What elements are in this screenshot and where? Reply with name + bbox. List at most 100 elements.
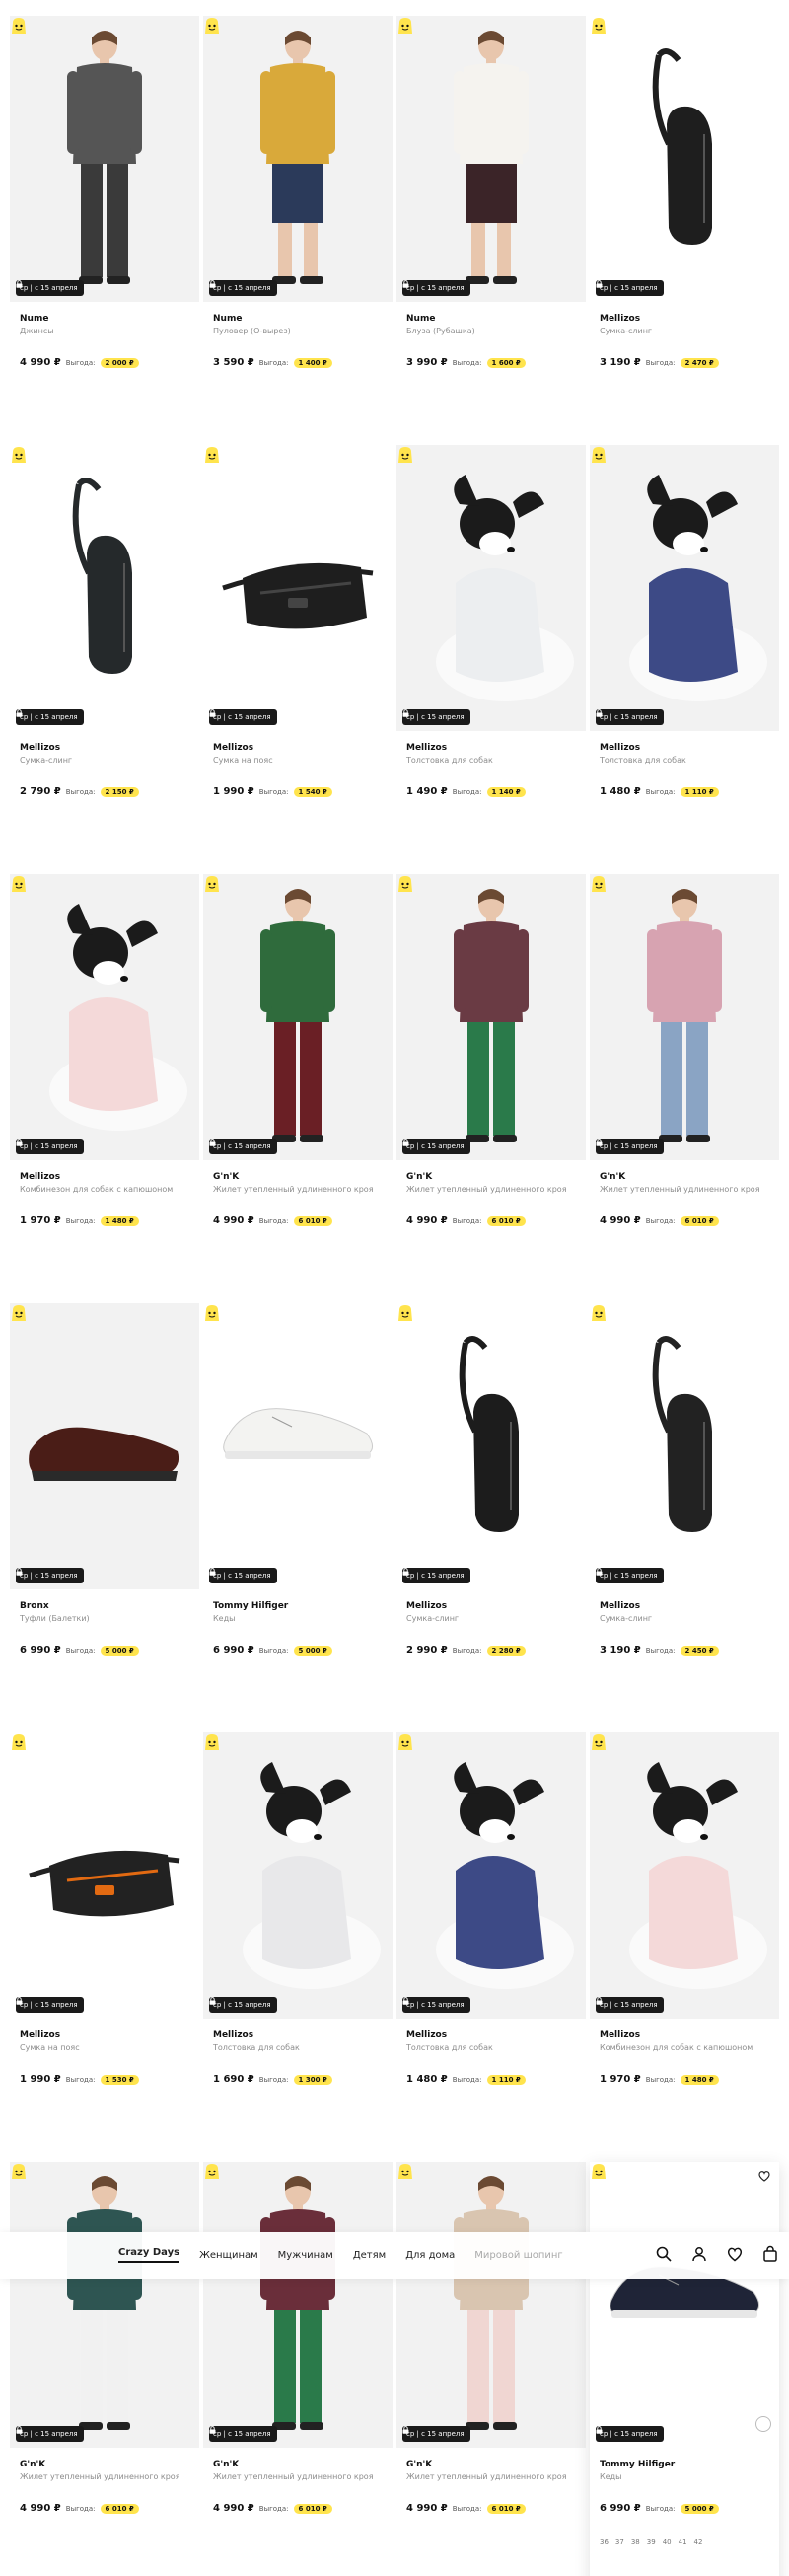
product-brand[interactable]: Nume xyxy=(396,314,586,324)
product-category[interactable]: Толстовка для собак xyxy=(396,2043,586,2052)
favorite-badge-icon[interactable] xyxy=(590,445,608,465)
product-category[interactable]: Пуловер (О-вырез) xyxy=(203,327,393,335)
product-card[interactable]: ср | с 15 апреля Mellizos Толстовка для со… xyxy=(396,1732,586,2162)
product-image[interactable]: ср | с 15 апреля xyxy=(590,1732,779,2019)
product-brand[interactable]: Mellizos xyxy=(10,2030,199,2040)
nav-item-home[interactable]: Для дома xyxy=(405,2250,455,2261)
favorite-badge-icon[interactable] xyxy=(590,2162,608,2181)
product-brand[interactable]: Nume xyxy=(10,314,199,324)
favorite-badge-icon[interactable] xyxy=(396,16,414,36)
product-card[interactable]: ср | с 15 апреля Mellizos Сумка на пояс 1 9… xyxy=(10,1732,199,2162)
product-brand[interactable]: Mellizos xyxy=(590,314,779,324)
product-brand[interactable]: G'n'K xyxy=(590,1172,779,1182)
product-category[interactable]: Сумка-слинг xyxy=(10,756,199,765)
size-option[interactable]: 39 xyxy=(647,2539,656,2546)
favorite-badge-icon[interactable] xyxy=(590,1303,608,1323)
favorite-badge-icon[interactable] xyxy=(10,1303,28,1323)
favorite-badge-icon[interactable] xyxy=(203,16,221,36)
size-option[interactable]: 42 xyxy=(694,2539,703,2546)
product-card[interactable]: ср | с 15 апреля G'n'K Жилет утепленный уд… xyxy=(590,874,779,1303)
product-card[interactable]: ср | с 15 апреля Tommy Hilfiger Кеды 6 990 … xyxy=(203,1303,393,1732)
product-image[interactable]: ср | с 15 апреля xyxy=(10,2162,199,2448)
product-card[interactable]: ср | с 15 апреля Mellizos Комбинезон для с… xyxy=(590,1732,779,2162)
nav-item-kids[interactable]: Детям xyxy=(353,2250,386,2261)
product-brand[interactable]: G'n'K xyxy=(203,1172,393,1182)
product-image[interactable]: ср | с 15 апреля xyxy=(10,874,199,1160)
product-brand[interactable]: Mellizos xyxy=(10,1172,199,1182)
favorite-badge-icon[interactable] xyxy=(396,1303,414,1323)
product-image[interactable]: ср | с 15 апреля xyxy=(396,1303,586,1589)
product-brand[interactable]: G'n'K xyxy=(396,1172,586,1182)
size-option[interactable]: 38 xyxy=(631,2539,640,2546)
product-image[interactable]: ср | с 15 апреля xyxy=(203,1732,393,2019)
product-brand[interactable]: Mellizos xyxy=(203,743,393,753)
nav-item-world-shopping[interactable]: Мировой шопинг xyxy=(474,2250,562,2261)
product-image[interactable]: ср | с 15 апреля xyxy=(203,874,393,1160)
heart-icon[interactable] xyxy=(757,2170,771,2183)
product-image[interactable]: ср | с 15 апреля xyxy=(396,2162,586,2448)
product-category[interactable]: Жилет утепленный удлиненного кроя xyxy=(203,1185,393,1194)
product-category[interactable]: Комбинезон для собак с капюшоном xyxy=(590,2043,779,2052)
product-brand[interactable]: Mellizos xyxy=(396,2030,586,2040)
product-card[interactable]: ср | с 15 апреля Mellizos Сумка-слинг 3 190… xyxy=(590,16,779,445)
favorite-badge-icon[interactable] xyxy=(396,874,414,894)
product-card[interactable]: ср | с 15 апреля Nume Блуза (Рубашка) 3 990… xyxy=(396,16,586,445)
favorite-badge-icon[interactable] xyxy=(10,2162,28,2181)
product-category[interactable]: Кеды xyxy=(590,2472,779,2481)
product-card[interactable]: ср | с 15 апреля G'n'K Жилет утепленный уд… xyxy=(203,2162,393,2576)
product-category[interactable]: Сумка-слинг xyxy=(590,327,779,335)
product-card[interactable]: ср | с 15 апреля G'n'K Жилет утепленный уд… xyxy=(396,874,586,1303)
product-category[interactable]: Кеды xyxy=(203,1614,393,1623)
product-brand[interactable]: Bronx xyxy=(10,1601,199,1611)
size-option[interactable]: 40 xyxy=(663,2539,672,2546)
product-card[interactable]: ср | с 15 апреля Mellizos Толстовка для со… xyxy=(590,445,779,874)
product-category[interactable]: Сумка на пояс xyxy=(203,756,393,765)
product-card[interactable]: ср | с 15 апреля Mellizos Комбинезон для с… xyxy=(10,874,199,1303)
product-card[interactable]: ср | с 15 апреля Nume Пуловер (О-вырез) 3 5… xyxy=(203,16,393,445)
product-card[interactable]: ср | с 15 апреля Mellizos Сумка-слинг 2 990… xyxy=(396,1303,586,1732)
product-card[interactable]: ср | с 15 апреля G'n'K Жилет утепленный уд… xyxy=(10,2162,199,2576)
product-brand[interactable]: G'n'K xyxy=(203,2460,393,2469)
size-option[interactable]: 36 xyxy=(600,2539,609,2546)
product-brand[interactable]: G'n'K xyxy=(10,2460,199,2469)
product-image[interactable]: ср | с 15 апреля xyxy=(396,445,586,731)
product-brand[interactable]: Mellizos xyxy=(10,743,199,753)
product-card[interactable]: ср | с 15 апреля G'n'K Жилет утепленный уд… xyxy=(396,2162,586,2576)
product-image[interactable]: ср | с 15 апреля xyxy=(396,874,586,1160)
product-brand[interactable]: G'n'K xyxy=(396,2460,586,2469)
product-category[interactable]: Блуза (Рубашка) xyxy=(396,327,586,335)
favorite-badge-icon[interactable] xyxy=(10,1732,28,1752)
product-card[interactable]: ср | с 15 апреля Mellizos Сумка-слинг 2 790… xyxy=(10,445,199,874)
product-brand[interactable]: Tommy Hilfiger xyxy=(203,1601,393,1611)
favorite-badge-icon[interactable] xyxy=(396,1732,414,1752)
product-card[interactable]: ср | с 15 апреля Mellizos Толстовка для со… xyxy=(203,1732,393,2162)
nav-item-crazy-days[interactable]: Crazy Days xyxy=(118,2247,180,2263)
product-image[interactable]: ср | с 15 апреля xyxy=(590,16,779,302)
product-card[interactable]: ср | с 15 апреля Mellizos Толстовка для со… xyxy=(396,445,586,874)
search-icon[interactable] xyxy=(655,2245,673,2263)
product-category[interactable]: Жилет утепленный удлиненного кроя xyxy=(396,1185,586,1194)
favorite-badge-icon[interactable] xyxy=(396,445,414,465)
nav-item-men[interactable]: Мужчинам xyxy=(278,2250,333,2261)
user-icon[interactable] xyxy=(690,2245,708,2263)
favorite-badge-icon[interactable] xyxy=(10,445,28,465)
product-category[interactable]: Сумка-слинг xyxy=(396,1614,586,1623)
product-card[interactable]: ср | с 15 апреля Mellizos Сумка-слинг 3 190… xyxy=(590,1303,779,1732)
product-category[interactable]: Туфли (Балетки) xyxy=(10,1614,199,1623)
favorite-badge-icon[interactable] xyxy=(590,874,608,894)
favorite-badge-icon[interactable] xyxy=(203,445,221,465)
product-category[interactable]: Жилет утепленный удлиненного кроя xyxy=(203,2472,393,2481)
size-option[interactable]: 37 xyxy=(615,2539,624,2546)
product-card[interactable]: ср | с 15 апреля Bronx Туфли (Балетки) 6 99… xyxy=(10,1303,199,1732)
product-category[interactable]: Сумка на пояс xyxy=(10,2043,199,2052)
product-category[interactable]: Жилет утепленный удлиненного кроя xyxy=(10,2472,199,2481)
nav-item-women[interactable]: Женщинам xyxy=(199,2250,258,2261)
favorite-badge-icon[interactable] xyxy=(10,16,28,36)
product-category[interactable]: Толстовка для собак xyxy=(203,2043,393,2052)
product-card[interactable]: ср | с 15 апреля Nume Джинсы 4 990 ₽ Выгода:… xyxy=(10,16,199,445)
product-image[interactable]: ср | с 15 апреля xyxy=(10,445,199,731)
favorite-badge-icon[interactable] xyxy=(10,874,28,894)
product-category[interactable]: Жилет утепленный удлиненного кроя xyxy=(396,2472,586,2481)
product-brand[interactable]: Nume xyxy=(203,314,393,324)
product-card[interactable]: ср | с 15 апреля Tommy Hilfiger Кеды 6 990 … xyxy=(590,2162,779,2576)
